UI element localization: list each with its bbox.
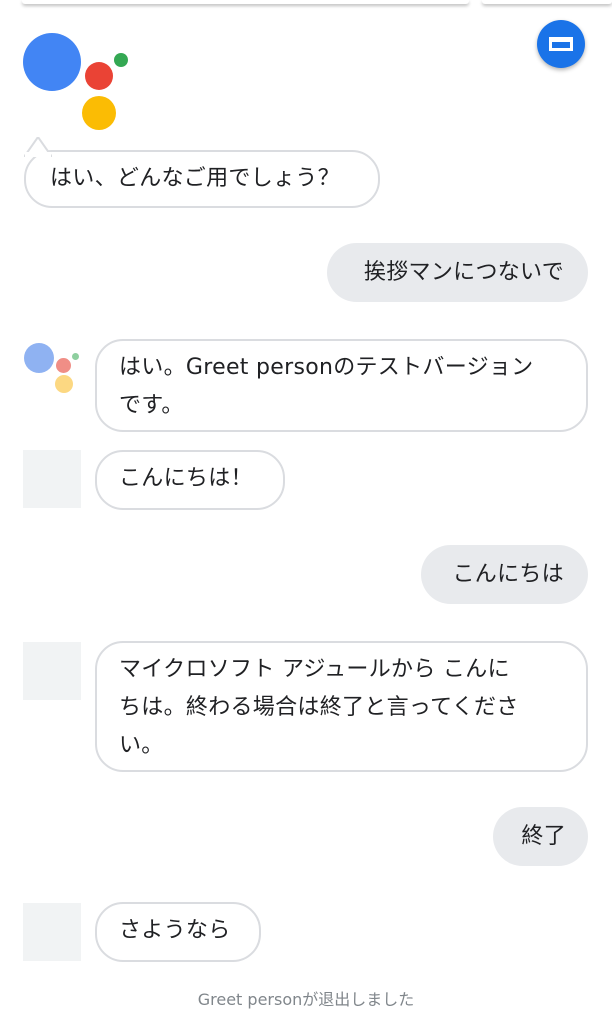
bot-message-3-line1: マイクロソフト アジュールから こんに xyxy=(119,657,510,682)
assistant-logo-red-dot xyxy=(85,62,113,90)
assistant-avatar xyxy=(23,340,83,400)
keyboard-button[interactable] xyxy=(537,20,585,68)
conversation-status: Greet personが退出しました xyxy=(197,990,415,1009)
bot-avatar-placeholder xyxy=(23,903,81,961)
avatar-red-dot xyxy=(56,358,71,373)
avatar-blue-dot xyxy=(24,343,54,373)
user-message-1-text: 挨拶マンにつないで xyxy=(363,260,564,285)
bot-message-1-line1: はい。Greet personのテストバージョン xyxy=(119,355,534,380)
assistant-logo-green-dot xyxy=(114,53,128,67)
bot-avatar-placeholder xyxy=(23,450,81,508)
assistant-greeting-text: はい、どんなご用でしょう？ xyxy=(50,166,340,191)
avatar-green-dot xyxy=(72,353,79,360)
bot-avatar-placeholder xyxy=(23,642,81,700)
user-message-2: こんにちは xyxy=(421,545,588,604)
top-card-left xyxy=(22,0,469,4)
bot-message-4-text: さようなら xyxy=(119,918,231,943)
assistant-logo-blue-dot xyxy=(23,33,81,91)
bot-message-4: さようなら xyxy=(95,902,261,962)
bot-message-1-line2: です。 xyxy=(119,393,184,418)
bot-message-2-text: こんにちは！ xyxy=(119,466,253,491)
bubble-tail xyxy=(24,137,52,157)
top-card-right xyxy=(482,0,612,4)
assistant-greeting-bubble: はい、どんなご用でしょう？ xyxy=(24,150,380,208)
bot-message-3: マイクロソフト アジュールから こんに ちは。終わる場合は終了と言ってくださ い… xyxy=(95,641,588,772)
assistant-logo-yellow-dot xyxy=(82,96,116,130)
bot-message-1: はい。Greet personのテストバージョン です。 xyxy=(95,339,588,432)
keyboard-icon xyxy=(549,37,573,51)
bot-message-3-line3: い。 xyxy=(119,733,164,758)
avatar-yellow-dot xyxy=(55,375,73,393)
bot-message-3-line2: ちは。終わる場合は終了と言ってくださ xyxy=(119,695,519,720)
user-message-2-text: こんにちは xyxy=(452,562,564,587)
user-message-3-text: 終了 xyxy=(521,824,566,849)
bot-message-2: こんにちは！ xyxy=(95,450,285,510)
user-message-1: 挨拶マンにつないで xyxy=(327,243,588,302)
user-message-3: 終了 xyxy=(493,807,588,866)
